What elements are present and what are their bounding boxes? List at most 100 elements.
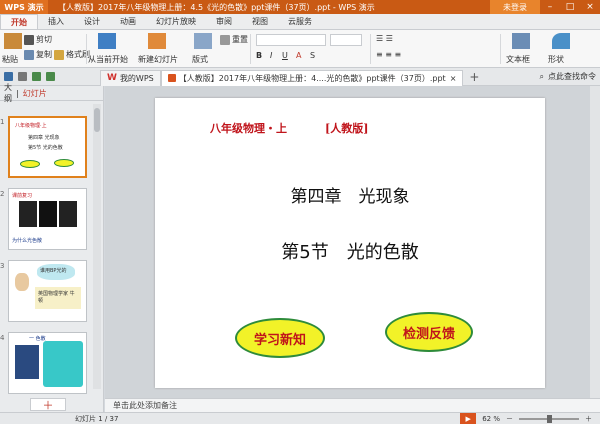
redo-icon[interactable] (46, 72, 55, 81)
login-button[interactable]: 未登录 (490, 0, 540, 14)
slide-count: 幻灯片 1 / 37 (75, 414, 119, 423)
save-icon[interactable] (4, 72, 13, 81)
learn-new-button[interactable]: 学习新知 (235, 318, 325, 358)
slide-thumbnail-2[interactable]: 课前复习 为什么光色散 (8, 188, 87, 250)
scissors-icon (24, 34, 34, 45)
thumb-text: 八年级物理·上 (15, 123, 47, 129)
quick-access-toolbar (0, 72, 100, 81)
reset-button[interactable]: 重置 (220, 34, 248, 45)
tab-design[interactable]: 设计 (74, 14, 110, 29)
minimize-icon[interactable]: – (540, 0, 560, 14)
maximize-icon[interactable]: □ (560, 0, 580, 14)
thumb-text: 第5节 光的色散 (28, 145, 63, 151)
portrait-image (15, 273, 29, 291)
tab-animation[interactable]: 动画 (110, 14, 146, 29)
slide-thumbnail-1[interactable]: 八年级物理·上 第四章 光现象 第5节 光的色散 (8, 116, 87, 178)
tab-review[interactable]: 审阅 (206, 14, 242, 29)
close-icon[interactable]: × (580, 0, 600, 14)
new-slide-icon[interactable] (148, 33, 166, 49)
shape-icon[interactable] (552, 33, 570, 49)
play-icon[interactable]: ▶ (460, 413, 477, 424)
zoom-slider[interactable] (519, 414, 579, 423)
slide-chapter-title: 第四章 光现象 (290, 187, 410, 207)
thumb-text: 为什么光色散 (12, 238, 43, 244)
slide-thumbnail-3[interactable]: 谁用BP光的 英国物理学家 牛顿 (8, 260, 87, 322)
slide-header-edition: [人教版] (325, 122, 369, 135)
command-search[interactable]: ⌕ 点此查找命令 (540, 71, 600, 82)
play-from-current-icon[interactable] (98, 33, 116, 49)
slide-panel-scrollbar[interactable] (93, 104, 101, 389)
thumb-oval (20, 160, 40, 168)
copy-icon (24, 49, 34, 60)
slide-number: 1 (0, 118, 5, 126)
brush-icon (54, 49, 64, 60)
add-slide-button[interactable]: ＋ (30, 398, 66, 412)
font-color-button[interactable]: A (296, 51, 301, 60)
tab-cloud[interactable]: 云服务 (278, 14, 322, 29)
ribbon-toolbar: 粘贴 剪切 复制 格式刷 从当前开始 新建幻灯片 版式 重置 B I U A S… (0, 30, 600, 68)
strikethrough-button[interactable]: S (310, 51, 315, 60)
notes-pane[interactable]: 单击此处添加备注 (105, 398, 600, 412)
new-slide-button[interactable]: 新建幻灯片 (138, 54, 178, 65)
new-tab-icon[interactable]: + (469, 70, 479, 84)
shape-button[interactable]: 形状 (548, 54, 564, 65)
slide-panel: 大纲 | 幻灯片 1 八年级物理·上 第四章 光现象 第5节 光的色散 2 课前… (0, 83, 104, 412)
cut-button[interactable]: 剪切 (24, 34, 52, 45)
tab-current-document[interactable]: 【人教版】2017年八年级物理上册：4....光的色散》ppt课件（37页）.p… (160, 69, 464, 86)
print-icon[interactable] (18, 72, 27, 81)
tab-outline[interactable]: 大纲 (4, 82, 12, 104)
thumb-text: 第四章 光现象 (28, 135, 60, 141)
ribbon-tabs: 开始 插入 设计 动画 幻灯片放映 审阅 视图 云服务 (0, 14, 600, 30)
title-bar: WPS 演示 【人教版】2017年八年级物理上册：4.5《光的色散》ppt课件（… (0, 0, 600, 14)
zoom-in-icon[interactable]: ＋ (585, 414, 592, 424)
slide-canvas-area: 八年级物理・上 [人教版] 第四章 光现象 第5节 光的色散 学习新知 检测反馈 (105, 86, 600, 398)
zoom-out-icon[interactable]: － (506, 414, 513, 424)
speech-bubble: 谁用BP光的 (37, 264, 75, 280)
wps-logo-icon: W (107, 73, 117, 83)
zoom-level: 62 % (482, 414, 500, 423)
bullets-icon[interactable]: ☰ ☰ (376, 34, 393, 43)
thumb-text: 课前复习 (12, 193, 33, 199)
canvas-scrollbar[interactable] (590, 86, 600, 398)
tab-home[interactable]: 开始 (0, 14, 38, 29)
ppt-file-icon (167, 74, 176, 82)
current-slide[interactable]: 八年级物理・上 [人教版] 第四章 光现象 第5节 光的色散 学习新知 检测反馈 (155, 98, 545, 388)
paste-icon[interactable] (4, 33, 22, 49)
close-tab-icon[interactable]: × (450, 74, 457, 83)
thumb-text: 英国物理学家 牛顿 (35, 287, 81, 309)
format-painter-button[interactable]: 格式刷 (54, 49, 90, 60)
thumb-image (15, 345, 39, 379)
app-menu-button[interactable]: WPS 演示 (0, 0, 48, 14)
document-tab-strip: W 我的WPS 【人教版】2017年八年级物理上册：4....光的色散》ppt课件… (0, 68, 600, 86)
thumb-oval (54, 159, 74, 167)
tab-my-wps[interactable]: W 我的WPS (100, 69, 161, 86)
textbox-icon[interactable] (512, 33, 530, 49)
tab-slides[interactable]: 幻灯片 (23, 88, 47, 99)
tab-insert[interactable]: 插入 (38, 14, 74, 29)
thumb-image (19, 201, 37, 227)
slide-header-grade: 八年级物理・上 (210, 122, 287, 135)
bold-button[interactable]: B (256, 51, 262, 60)
layout-icon[interactable] (194, 33, 212, 49)
feedback-button[interactable]: 检测反馈 (385, 312, 473, 352)
tab-slideshow[interactable]: 幻灯片放映 (146, 14, 206, 29)
from-current-button[interactable]: 从当前开始 (88, 54, 128, 65)
slide-thumbnail-4[interactable]: 一 色散 (8, 332, 87, 394)
reset-icon (220, 34, 230, 45)
underline-button[interactable]: U (282, 51, 288, 60)
undo-icon[interactable] (32, 72, 41, 81)
font-name-select[interactable] (256, 34, 326, 46)
tab-view[interactable]: 视图 (242, 14, 278, 29)
paste-button[interactable]: 粘贴 (2, 54, 18, 65)
italic-button[interactable]: I (270, 51, 272, 60)
slide-section-title: 第5节 光的色散 (281, 242, 419, 263)
font-size-select[interactable] (330, 34, 362, 46)
textbox-button[interactable]: 文本框 (506, 54, 530, 65)
copy-button[interactable]: 复制 (24, 49, 52, 60)
status-bar: 幻灯片 1 / 37 ▶ 62 % － ＋ (0, 412, 600, 424)
search-icon: ⌕ (539, 71, 544, 81)
layout-button[interactable]: 版式 (192, 54, 208, 65)
align-icon[interactable]: ≡ ≡ ≡ (376, 50, 401, 59)
slide-number: 3 (0, 262, 5, 270)
scrollbar-thumb[interactable] (94, 108, 100, 132)
